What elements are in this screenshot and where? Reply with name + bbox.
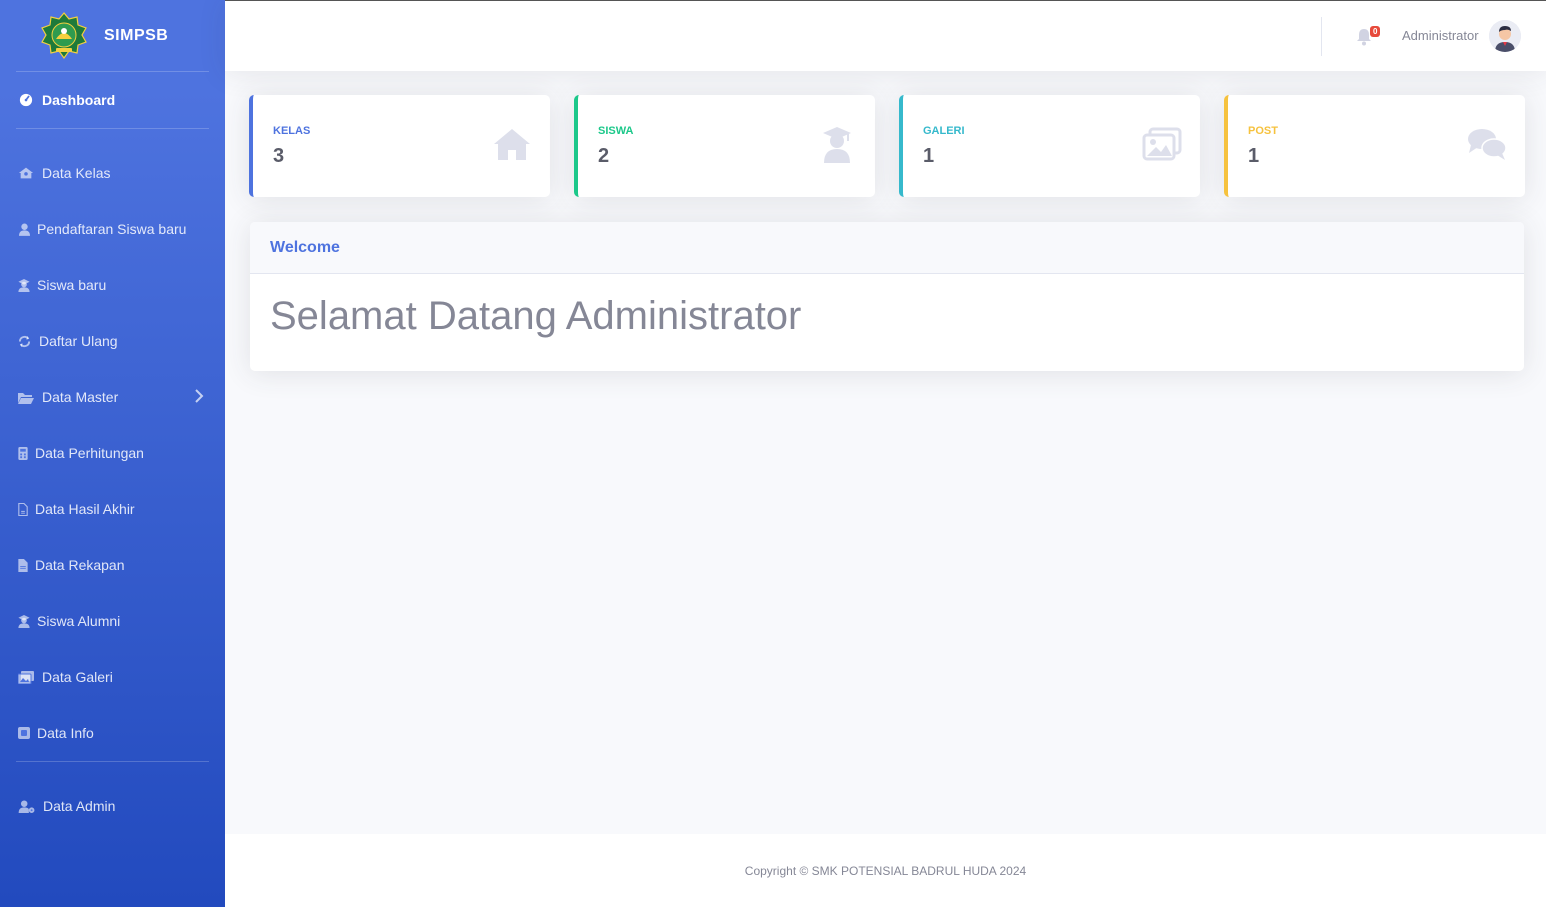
user-avatar-icon xyxy=(1489,20,1521,52)
notification-badge: 0 xyxy=(1370,26,1381,37)
sidebar-item-daftar-ulang[interactable]: Daftar Ulang xyxy=(0,313,225,369)
tachometer-icon xyxy=(18,92,34,108)
sidebar-item-label: Data Info xyxy=(37,725,94,741)
stat-card-siswa: SISWA 2 xyxy=(574,95,875,197)
user-graduate-icon xyxy=(18,613,30,629)
user-name[interactable]: Administrator xyxy=(1402,28,1479,43)
folder-open-icon xyxy=(18,389,34,405)
sidebar-item-data-admin[interactable]: Data Admin xyxy=(0,778,225,834)
sidebar-item-label: Siswa Alumni xyxy=(37,613,121,629)
sidebar-item-label: Data Master xyxy=(42,389,119,405)
file-alt-icon xyxy=(18,557,28,573)
sidebar-item-label: Data Admin xyxy=(43,798,116,814)
stat-label: GALERI xyxy=(923,125,965,137)
house-user-icon xyxy=(18,165,34,181)
sidebar-brand[interactable]: SIMPSB xyxy=(0,0,225,71)
welcome-card: Welcome Selamat Datang Administrator xyxy=(250,222,1524,371)
sync-icon xyxy=(18,333,31,349)
sidebar-item-data-hasil-akhir[interactable]: Data Hasil Akhir xyxy=(0,481,225,537)
topbar-divider xyxy=(1321,17,1322,56)
sidebar-item-data-galeri[interactable]: Data Galeri xyxy=(0,649,225,705)
sidebar-item-label: Data Kelas xyxy=(42,165,111,181)
stat-card-kelas: KELAS 3 xyxy=(249,95,550,197)
sidebar: SIMPSB Dashboard Data Kelas Pendaftaran … xyxy=(0,0,225,907)
welcome-message: Selamat Datang Administrator xyxy=(270,294,802,338)
file-icon xyxy=(18,501,28,517)
stat-label: POST xyxy=(1248,125,1278,137)
stat-value: 3 xyxy=(273,145,285,167)
user-icon xyxy=(18,221,30,237)
stat-card-galeri: GALERI 1 xyxy=(899,95,1200,197)
sidebar-item-data-perhitungan[interactable]: Data Perhitungan xyxy=(0,425,225,481)
info-square-icon xyxy=(18,725,30,741)
chevron-right-icon xyxy=(195,389,204,403)
sidebar-item-label: Data Rekapan xyxy=(35,557,125,573)
home-icon xyxy=(494,129,530,160)
footer: Copyright © SMK POTENSIAL BADRUL HUDA 20… xyxy=(225,834,1546,907)
topbar: 0 Administrator xyxy=(225,0,1546,71)
sidebar-item-pendaftaran-siswa-baru[interactable]: Pendaftaran Siswa baru xyxy=(0,201,225,257)
comments-icon xyxy=(1468,129,1507,160)
images-icon xyxy=(18,669,34,685)
stat-value: 1 xyxy=(923,145,935,167)
sidebar-item-dashboard[interactable]: Dashboard xyxy=(0,72,225,128)
stat-card-post: POST 1 xyxy=(1224,95,1525,197)
sidebar-item-label: Siswa baru xyxy=(37,277,107,293)
school-emblem-icon xyxy=(41,11,87,59)
brand-name: SIMPSB xyxy=(104,26,169,44)
user-cog-icon xyxy=(18,798,36,814)
sidebar-item-data-info[interactable]: Data Info xyxy=(0,705,225,761)
sidebar-item-siswa-baru[interactable]: Siswa baru xyxy=(0,257,225,313)
images-icon xyxy=(1142,127,1182,161)
sidebar-item-data-rekapan[interactable]: Data Rekapan xyxy=(0,537,225,593)
sidebar-item-siswa-alumni[interactable]: Siswa Alumni xyxy=(0,593,225,649)
sidebar-item-label: Data Galeri xyxy=(42,669,113,685)
sidebar-item-label: Daftar Ulang xyxy=(39,333,118,349)
sidebar-item-label: Pendaftaran Siswa baru xyxy=(37,221,187,237)
sidebar-item-data-kelas[interactable]: Data Kelas xyxy=(0,145,225,201)
calculator-icon xyxy=(18,445,28,461)
user-graduate-icon xyxy=(18,277,30,293)
stat-value: 1 xyxy=(1248,145,1260,167)
sidebar-item-label: Data Perhitungan xyxy=(35,445,144,461)
sidebar-item-label: Dashboard xyxy=(42,92,116,108)
welcome-card-header: Welcome xyxy=(250,222,1524,274)
avatar[interactable] xyxy=(1489,20,1521,52)
sidebar-item-data-master[interactable]: Data Master xyxy=(0,369,225,425)
stat-value: 2 xyxy=(598,145,610,167)
footer-copyright: Copyright © SMK POTENSIAL BADRUL HUDA 20… xyxy=(744,863,1027,878)
stat-label: SISWA xyxy=(598,125,634,137)
user-graduate-icon xyxy=(823,127,851,163)
stat-label: KELAS xyxy=(273,125,311,137)
sidebar-item-label: Data Hasil Akhir xyxy=(35,501,135,517)
